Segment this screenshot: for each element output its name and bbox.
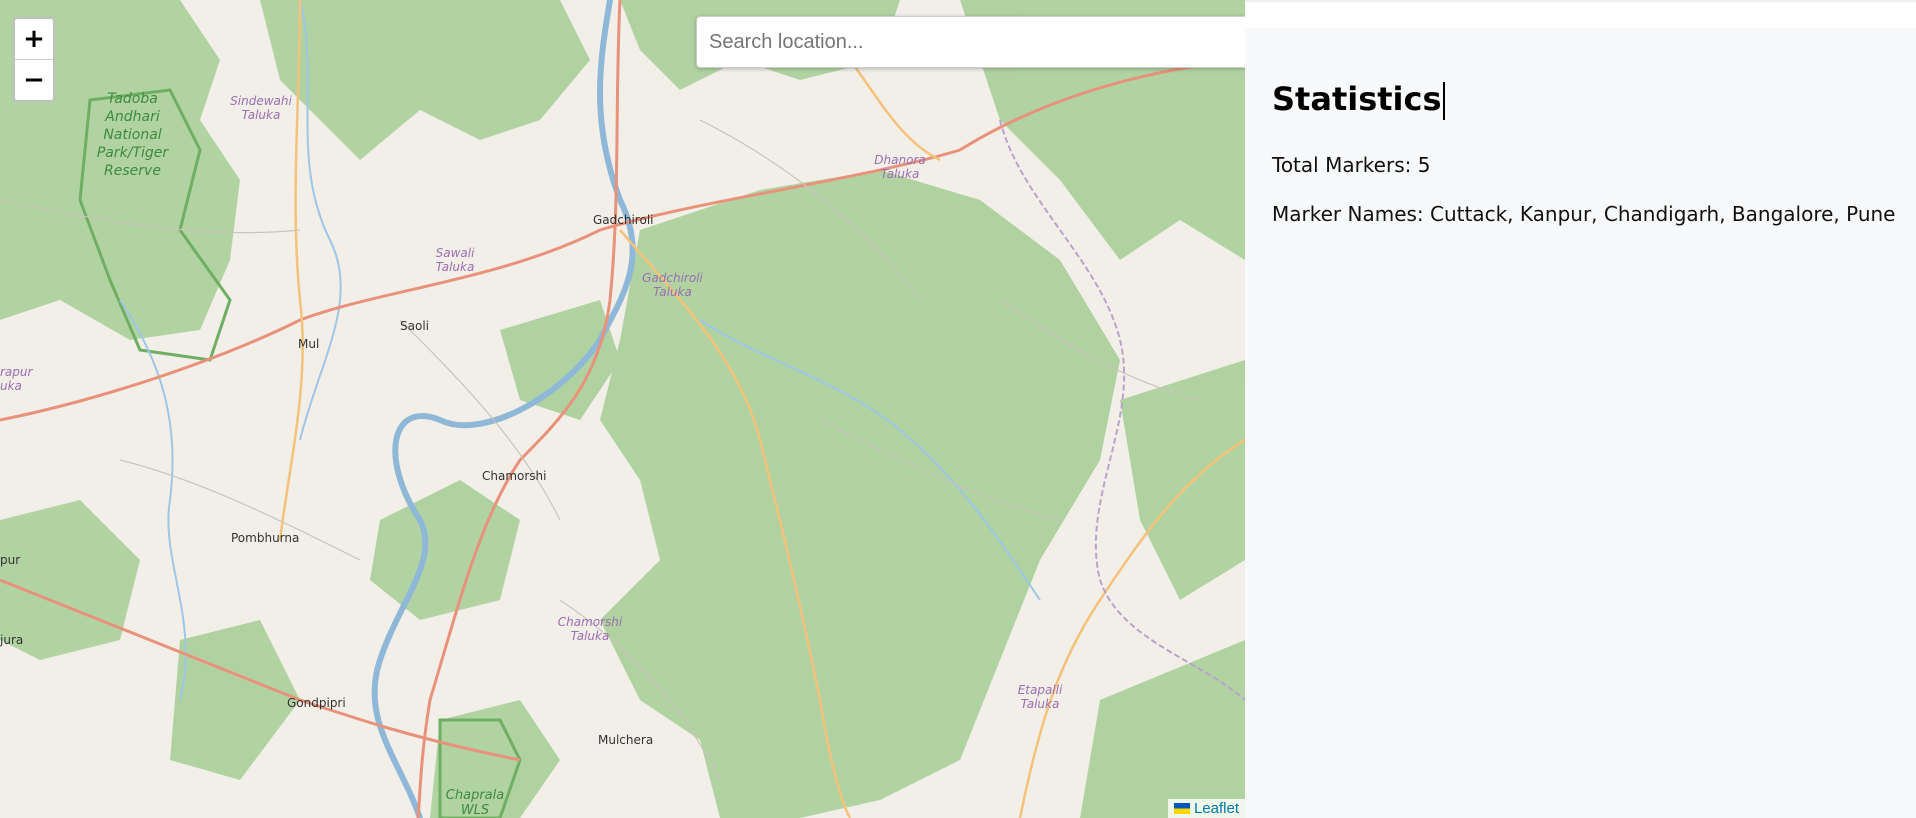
ukraine-flag-icon (1173, 803, 1190, 814)
leaflet-link[interactable]: Leaflet (1194, 800, 1239, 817)
map-label-dhanora: Dhanora Taluka (874, 153, 926, 181)
map-container[interactable]: Gadchiroli Saoli Mul Chamorshi Pombhurna… (0, 0, 1245, 818)
map-label-chaprala: Chaprala WLS (445, 788, 505, 818)
map-label-mul: Mul (298, 337, 320, 351)
zoom-control: + − (13, 17, 55, 102)
total-markers-text: Total Markers: 5 (1272, 153, 1431, 177)
map-label-tadoba: Tadoba Andhari National Park/Tiger Reser… (96, 91, 169, 179)
map-label-chamorshi: Chamorshi (482, 469, 547, 483)
map-label-pur: pur (0, 553, 21, 567)
zoom-out-button[interactable]: − (15, 59, 53, 100)
map-label-saoli: Saoli (400, 319, 429, 333)
map-label-gondpipri: Gondpipri (287, 696, 346, 710)
search-input[interactable] (696, 16, 1245, 68)
map-label-etapalli: Etapalli Taluka (1017, 683, 1063, 711)
text-caret (1442, 82, 1445, 120)
map-label-rapur: rapur uka (0, 365, 33, 393)
map-label-sindewahi: Sindewahi Taluka (230, 94, 292, 122)
statistics-title-text: Statistics (1272, 80, 1442, 118)
map-label-mulchera: Mulchera (598, 733, 654, 747)
map-label-sawali: Sawali Taluka (435, 246, 475, 274)
map-label-chamorshi-taluka: Chamorshi Taluka (557, 615, 623, 643)
map-label-gadchiroli: Gadchiroli (593, 213, 654, 227)
panel-top-strip (1245, 0, 1916, 28)
statistics-title: Statistics (1272, 80, 1445, 120)
marker-names-text: Marker Names: Cuttack, Kanpur, Chandigar… (1272, 202, 1896, 226)
app: Gadchiroli Saoli Mul Chamorshi Pombhurna… (0, 0, 1916, 818)
map-label-gadchiroli-taluka: Gadchiroli Taluka (642, 271, 703, 299)
map-label-pombhurna: Pombhurna (231, 531, 300, 545)
map-label-jura: jura (0, 633, 24, 647)
zoom-in-button[interactable]: + (15, 19, 53, 59)
map-attribution: Leaflet (1167, 799, 1245, 818)
statistics-panel: Statistics Total Markers: 5 Marker Names… (1245, 0, 1916, 818)
